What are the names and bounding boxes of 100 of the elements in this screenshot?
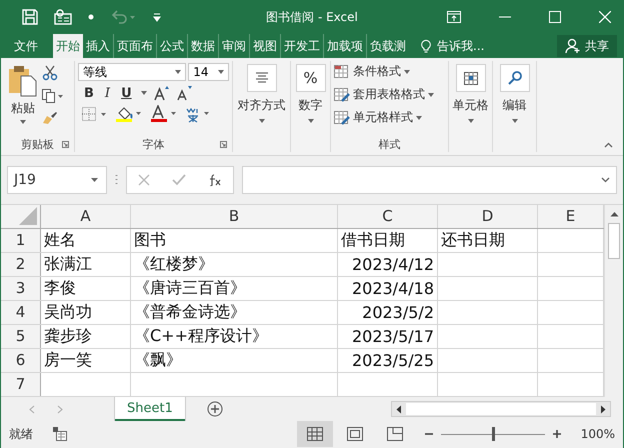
add-sheet-icon[interactable] bbox=[206, 401, 223, 417]
column-header[interactable]: D bbox=[438, 205, 538, 228]
caret-icon[interactable] bbox=[468, 119, 474, 123]
person-icon bbox=[565, 38, 581, 54]
row-header[interactable]: 7 bbox=[1, 373, 41, 396]
paste-icon[interactable] bbox=[8, 65, 38, 97]
table-style-icon bbox=[334, 88, 350, 102]
ribbon-display-icon[interactable] bbox=[447, 11, 461, 23]
scroll-left-icon[interactable] bbox=[396, 404, 402, 414]
scrollbar-thumb[interactable] bbox=[406, 403, 596, 415]
caret-icon[interactable] bbox=[416, 116, 422, 120]
border-icon[interactable] bbox=[82, 107, 108, 121]
search-icon[interactable] bbox=[500, 64, 530, 92]
formula-field[interactable] bbox=[242, 166, 617, 194]
caret-icon[interactable] bbox=[140, 91, 147, 95]
paste-button[interactable]: 粘贴 bbox=[11, 100, 35, 117]
underline-button[interactable]: U bbox=[119, 86, 134, 100]
table-cell: 《唐诗三百首》 bbox=[134, 278, 246, 299]
font-size-field[interactable]: 14 bbox=[188, 63, 229, 81]
column-header[interactable]: A bbox=[41, 205, 131, 228]
decrease-font-icon[interactable] bbox=[176, 85, 193, 101]
vertical-scrollbar[interactable] bbox=[604, 205, 623, 397]
table-cell: 龚步珍 bbox=[44, 326, 92, 347]
row-header[interactable]: 1 bbox=[1, 229, 41, 252]
increase-font-icon[interactable] bbox=[154, 85, 170, 101]
table-cell: 《普希金诗选》 bbox=[134, 302, 246, 323]
caret-icon[interactable] bbox=[308, 119, 314, 123]
scrollbar-thumb[interactable] bbox=[608, 223, 620, 259]
normal-view-icon[interactable] bbox=[296, 421, 333, 447]
caret-icon[interactable] bbox=[258, 119, 264, 123]
caret-icon[interactable] bbox=[91, 178, 98, 182]
caret-icon[interactable] bbox=[20, 120, 26, 124]
styles-menu-button[interactable]: 套用表格格式 bbox=[353, 86, 425, 103]
zoom-level[interactable]: 100% bbox=[580, 427, 615, 441]
column-header[interactable]: C bbox=[338, 205, 438, 228]
caret-icon[interactable] bbox=[428, 92, 434, 96]
brush-icon[interactable] bbox=[42, 111, 58, 125]
launcher-icon[interactable] bbox=[62, 141, 69, 148]
row-header[interactable]: 3 bbox=[1, 277, 41, 300]
row-header[interactable]: 5 bbox=[1, 325, 41, 348]
row-header[interactable]: 2 bbox=[1, 253, 41, 276]
status-text: 就绪 bbox=[9, 426, 33, 442]
caret-icon[interactable] bbox=[512, 119, 518, 123]
share-button[interactable]: 共享 bbox=[557, 35, 617, 57]
table-cell: 《红楼梦》 bbox=[134, 254, 214, 275]
caret-icon[interactable] bbox=[404, 70, 410, 74]
percent-icon[interactable]: % bbox=[296, 64, 326, 92]
styles-menu-button[interactable]: 单元格样式 bbox=[353, 109, 413, 126]
macro-record-icon[interactable] bbox=[53, 427, 67, 441]
table-cell: 2023/4/12 bbox=[352, 255, 434, 274]
table-cell: 借书日期 bbox=[341, 230, 405, 251]
launcher-icon[interactable] bbox=[220, 141, 227, 148]
font-color-icon[interactable] bbox=[150, 105, 178, 123]
table-cell: 吴尚功 bbox=[44, 302, 92, 323]
save-icon[interactable] bbox=[22, 9, 38, 25]
horizontal-scrollbar[interactable] bbox=[391, 401, 611, 417]
scissors-icon[interactable] bbox=[42, 65, 58, 81]
zoom-in-icon[interactable] bbox=[552, 430, 561, 438]
table-style-icon bbox=[334, 110, 350, 124]
row-header[interactable]: 4 bbox=[1, 301, 41, 324]
cells-icon[interactable] bbox=[456, 64, 486, 92]
form-icon[interactable] bbox=[54, 9, 72, 25]
table-cell: 2023/5/25 bbox=[352, 351, 434, 370]
close-icon[interactable] bbox=[599, 11, 611, 23]
lightbulb-icon bbox=[421, 38, 431, 54]
tell-me-field[interactable]: 告诉我... bbox=[437, 38, 484, 54]
align-icon[interactable] bbox=[246, 64, 276, 92]
function-icon[interactable] bbox=[208, 174, 222, 186]
collapse-icon[interactable] bbox=[604, 142, 613, 148]
table-cell: 图书 bbox=[134, 230, 166, 251]
customize-icon[interactable] bbox=[152, 12, 162, 22]
group-label: 剪贴板 bbox=[21, 136, 54, 152]
zoom-out-icon[interactable] bbox=[424, 430, 433, 438]
dot-icon[interactable] bbox=[88, 14, 94, 20]
ribbon-tab[interactable]: 开始 bbox=[53, 34, 83, 58]
expand-icon[interactable] bbox=[601, 177, 610, 183]
italic-button[interactable]: I bbox=[102, 86, 112, 100]
caret-icon[interactable] bbox=[175, 70, 182, 74]
editing-button[interactable]: 编辑 bbox=[502, 97, 526, 114]
fill-color-icon[interactable] bbox=[115, 105, 143, 123]
scroll-up-icon[interactable] bbox=[610, 211, 618, 217]
ribbon-tab[interactable]: 插入 bbox=[83, 34, 113, 58]
ribbon-tab[interactable]: 文件 bbox=[11, 34, 41, 58]
table-cell: 2023/5/2 bbox=[362, 303, 434, 322]
caret-icon[interactable] bbox=[218, 70, 224, 74]
font-name-field[interactable]: 等线 bbox=[78, 63, 186, 81]
cells-button[interactable]: 单元格 bbox=[452, 97, 488, 114]
name-box[interactable]: J19 bbox=[7, 166, 107, 194]
styles-menu-button[interactable]: 条件格式 bbox=[353, 63, 401, 80]
alignment-button[interactable]: 对齐方式 bbox=[238, 97, 286, 114]
number-button[interactable]: 数字 bbox=[298, 97, 322, 114]
bold-button[interactable]: B bbox=[82, 86, 96, 100]
row-header[interactable]: 6 bbox=[1, 349, 41, 372]
copy-icon[interactable] bbox=[42, 89, 64, 103]
scroll-right-icon[interactable] bbox=[600, 404, 606, 414]
group-label: 字体 bbox=[142, 136, 164, 152]
check-icon[interactable] bbox=[172, 174, 186, 186]
maximize-icon[interactable] bbox=[549, 11, 561, 23]
sheet-tab[interactable]: Sheet1 bbox=[115, 397, 185, 421]
column-header[interactable]: B bbox=[131, 205, 338, 228]
